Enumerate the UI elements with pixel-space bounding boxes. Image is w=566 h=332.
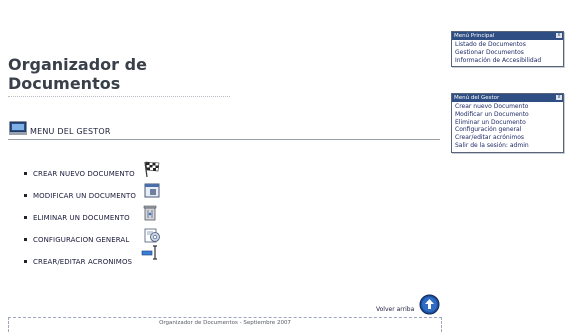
- main-menu-box: Menú Principal x Listado de Documentos G…: [451, 31, 564, 68]
- section-title: MENU DEL GESTOR: [30, 127, 111, 136]
- accessibility-info-link[interactable]: Información de Accesibilidad: [455, 57, 561, 65]
- page-title: Organizador de Documentos: [8, 55, 230, 97]
- bullet: [24, 194, 27, 197]
- close-icon[interactable]: x: [556, 95, 562, 100]
- sidebox-delete-document-link[interactable]: Eliminar un Documento: [455, 119, 561, 127]
- manage-documents-link[interactable]: Gestionar Documentos: [455, 49, 561, 57]
- main-menu-links: Listado de Documentos Gestionar Document…: [452, 40, 563, 66]
- footer: Organizador de Documentos - Septiembre 2…: [8, 317, 442, 332]
- arrow-up-circle-icon[interactable]: [419, 294, 440, 315]
- footer-text: Organizador de Documentos - Septiembre 2…: [159, 320, 291, 326]
- bullet: [24, 238, 27, 241]
- close-icon[interactable]: x: [556, 33, 562, 38]
- sidebox-create-document-link[interactable]: Crear nuevo Documento: [455, 103, 561, 111]
- menu-item-modify-document[interactable]: MODIFICAR UN DOCUMENTO: [24, 182, 184, 204]
- window-icon: [144, 183, 160, 198]
- menu-item-create-document[interactable]: CREAR NUEVO DOCUMENTO: [24, 160, 184, 182]
- computer-icon: [9, 121, 27, 135]
- back-to-top-link[interactable]: Volver arriba: [376, 306, 414, 313]
- delete-document-link[interactable]: ELIMINAR UN DOCUMENTO: [33, 214, 130, 222]
- logout-link[interactable]: Salir de la sesión: admin: [455, 142, 561, 150]
- bullet: [24, 172, 27, 175]
- sidebox-general-config-link[interactable]: Configuración general: [455, 126, 561, 134]
- manager-menu-box-header: Menú del Gestor x: [452, 94, 563, 102]
- manager-menu-box: Menú del Gestor x Crear nuevo Documento …: [451, 93, 564, 153]
- config-gear-icon: [144, 228, 160, 243]
- main-menu-box-header: Menú Principal x: [452, 32, 563, 40]
- general-config-link[interactable]: CONFIGURACION GENERAL: [33, 236, 129, 244]
- text-cursor-icon: [141, 245, 157, 260]
- bullet: [24, 260, 27, 263]
- sidebox-modify-document-link[interactable]: Modificar un Documento: [455, 111, 561, 119]
- main-menu-box-title: Menú Principal: [454, 33, 495, 39]
- menu-item-general-config[interactable]: CONFIGURACION GENERAL: [24, 226, 184, 248]
- manager-menu-box-title: Menú del Gestor: [454, 95, 500, 101]
- bullet: [24, 216, 27, 219]
- trash-can-icon: [143, 205, 157, 221]
- menu-item-delete-document[interactable]: ELIMINAR UN DOCUMENTO: [24, 204, 184, 226]
- checkered-flag-icon: [144, 161, 160, 178]
- section-header: MENU DEL GESTOR: [8, 119, 440, 140]
- menu-item-acronyms[interactable]: CREAR/EDITAR ACRONIMOS: [24, 245, 184, 270]
- manager-menu-links: Crear nuevo Documento Modificar un Docum…: [452, 102, 563, 152]
- create-document-link[interactable]: CREAR NUEVO DOCUMENTO: [33, 170, 135, 178]
- acronyms-link[interactable]: CREAR/EDITAR ACRONIMOS: [33, 258, 132, 266]
- modify-document-link[interactable]: MODIFICAR UN DOCUMENTO: [33, 192, 136, 200]
- sidebox-acronyms-link[interactable]: Crear/editar acrónimos: [455, 134, 561, 142]
- document-list-link[interactable]: Listado de Documentos: [455, 41, 561, 49]
